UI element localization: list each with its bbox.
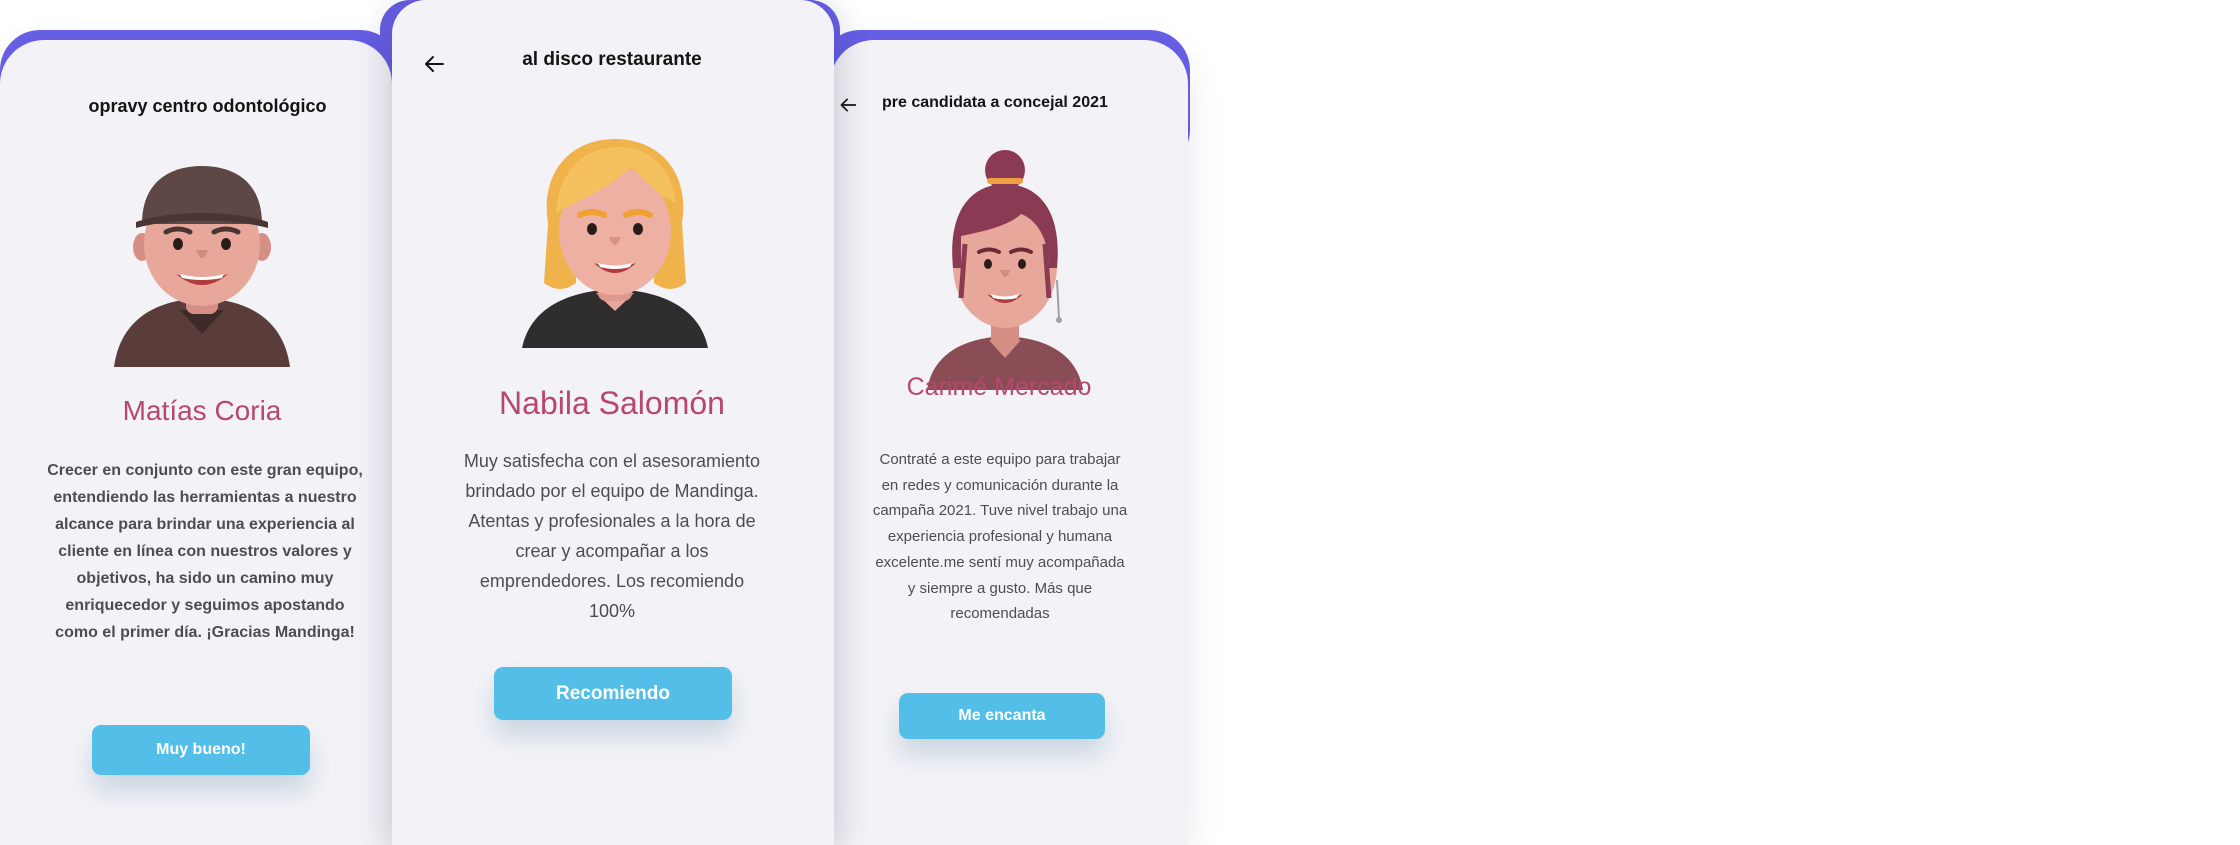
testimonial-card-carime: pre candidata a concejal 2021 Carimé Mer… (830, 40, 1188, 845)
arrow-left-icon[interactable] (839, 96, 857, 114)
muy-bueno-button[interactable]: Muy bueno! (92, 725, 310, 775)
testimonial-text: Contraté a este equipo para trabajar en … (872, 451, 1128, 623)
testimonial-text: Muy satisfecha con el asesoramiento brin… (463, 451, 761, 621)
woman-with-bun-avatar (927, 150, 1083, 390)
man-with-cap-avatar (114, 166, 290, 367)
testimonial-text: Crecer en conjunto con este gran equipo,… (47, 462, 363, 641)
recomiendo-button[interactable]: Recomiendo (494, 667, 732, 720)
testimonial-card-matias: opravy centro odontológico Matías Coria … (0, 40, 392, 845)
me-encanta-button[interactable]: Me encanta (899, 693, 1105, 739)
card-title: al disco restaurante (522, 49, 702, 70)
testimonial-card-nabila: al disco restaurante Nabila Salomón Muy … (392, 0, 834, 845)
person-name: Carimé Mercado (906, 373, 1092, 401)
person-name: Nabila Salomón (499, 385, 725, 421)
card-title: opravy centro odontológico (88, 96, 327, 116)
card-title: pre candidata a concejal 2021 (882, 94, 1108, 111)
blonde-woman-avatar (522, 139, 708, 348)
person-name: Matías Coria (122, 395, 282, 426)
